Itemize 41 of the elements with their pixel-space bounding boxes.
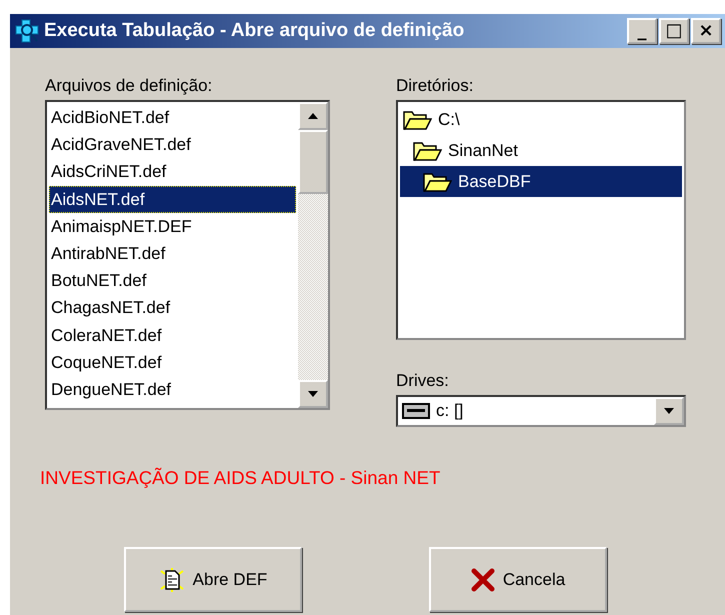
file-item[interactable]: AnimaispNET.DEF <box>49 212 296 240</box>
directory-tree[interactable]: C:\ SinanNet BaseDBF <box>396 100 686 340</box>
cancel-button[interactable]: Cancela <box>429 547 607 612</box>
status-message: INVESTIGAÇÃO DE AIDS ADULTO - Sinan NET <box>39 466 440 489</box>
file-item[interactable]: AidsNET.def <box>49 186 296 213</box>
dropdown-button[interactable] <box>654 397 684 425</box>
folder-icon <box>402 108 432 130</box>
directory-item[interactable]: BaseDBF <box>400 166 682 197</box>
directories-label: Diretórios: <box>396 76 474 96</box>
folder-icon <box>412 140 442 162</box>
directory-item[interactable]: C:\ <box>400 104 682 135</box>
file-item[interactable]: BotuNET.def <box>49 267 296 294</box>
file-item[interactable]: ChagasNET.def <box>49 294 296 322</box>
file-list[interactable]: AcidBioNET.def AcidGraveNET.def AidsCriNET.def AidsNET.def AnimaispNET.DEF AntirabNET.def BotuNET.def ChagasNET.def ColeraNET.def CoqueNET.def DengueNET.def <box>45 100 330 410</box>
close-button[interactable]: × <box>691 18 721 44</box>
folder-icon <box>422 170 452 192</box>
down-arrow-icon <box>664 408 674 414</box>
file-item[interactable]: AcidGraveNET.def <box>49 131 296 158</box>
x-icon <box>470 568 495 592</box>
down-arrow-icon <box>308 391 318 397</box>
file-item[interactable]: AidsCriNET.def <box>49 158 296 186</box>
window-title: Executa Tabulação - Abre arquivo de definição <box>44 20 466 42</box>
drive-dropdown[interactable]: c: [] <box>396 395 686 427</box>
drive-icon <box>402 402 430 420</box>
minimize-button[interactable]: _ <box>627 18 657 44</box>
files-label: Arquivos de definição: <box>45 76 214 96</box>
file-item[interactable]: DengueNET.def <box>49 376 296 404</box>
open-button[interactable]: Abre DEF <box>124 547 302 612</box>
file-item[interactable]: CoqueNET.def <box>49 348 296 376</box>
scroll-up-button[interactable] <box>298 102 328 130</box>
directory-item[interactable]: SinanNet <box>400 135 682 166</box>
scroll-down-button[interactable] <box>298 380 328 408</box>
file-item[interactable]: AcidBioNET.def <box>49 104 296 132</box>
file-item[interactable]: AntirabNET.def <box>49 240 296 268</box>
drives-label: Drives: <box>396 371 450 391</box>
document-icon <box>158 566 185 592</box>
up-arrow-icon <box>308 113 318 119</box>
maximize-button[interactable]: □ <box>659 18 689 44</box>
app-icon <box>14 18 40 44</box>
file-item[interactable]: ColeraNET.def <box>49 322 296 349</box>
scroll-thumb[interactable] <box>298 130 328 194</box>
